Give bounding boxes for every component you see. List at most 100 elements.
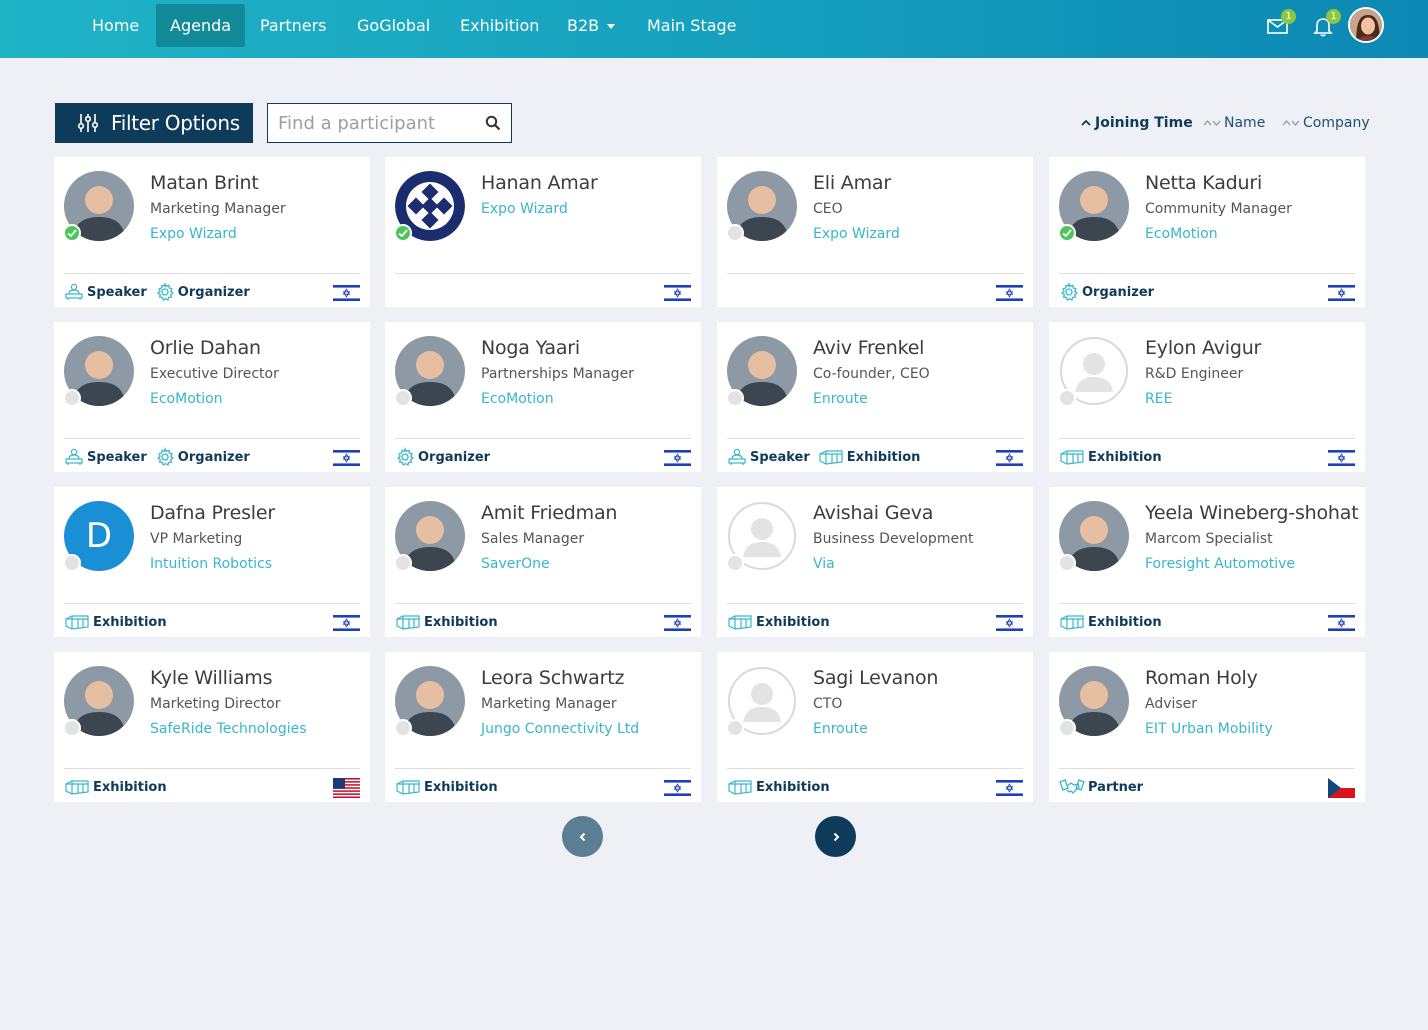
search-input[interactable] <box>268 104 478 142</box>
participant-title: Marketing Director <box>150 696 281 712</box>
sort-name[interactable]: Name <box>1203 115 1265 131</box>
card-divider <box>727 603 1023 604</box>
nav-goglobal[interactable]: GoGlobal <box>357 4 430 47</box>
participant-company[interactable]: Foresight Automotive <box>1145 556 1295 572</box>
czech-flag-icon <box>1328 778 1355 798</box>
role-tag-organizer: Organizer <box>155 447 250 467</box>
checkmark-icon <box>67 229 77 238</box>
participant-title: CTO <box>813 696 843 712</box>
participant-card[interactable]: Noga Yaari Partnerships Manager EcoMotion O… <box>385 322 701 472</box>
participant-company[interactable]: Intuition Robotics <box>150 556 272 572</box>
notifications-button[interactable]: 1 <box>1311 9 1341 38</box>
participant-company[interactable]: SafeRide Technologies <box>150 721 307 737</box>
offline-status-icon <box>63 389 81 407</box>
nav-agenda[interactable]: Agenda <box>156 4 246 47</box>
participant-company[interactable]: REE <box>1145 391 1172 407</box>
previous-page-button[interactable] <box>562 816 603 857</box>
participant-card[interactable]: Kyle Williams Marketing Director SafeRide … <box>54 652 370 802</box>
offline-status-icon <box>394 719 412 737</box>
nav-exhibition[interactable]: Exhibition <box>460 4 539 47</box>
participant-card[interactable]: Roman Holy Adviser EIT Urban Mobility Partn… <box>1049 652 1365 802</box>
role-tag-exhibition: Exhibition <box>395 614 498 630</box>
role-tag-label: Exhibition <box>846 449 921 465</box>
speaker-icon <box>728 448 746 465</box>
participant-company[interactable]: Jungo Connectivity Ltd <box>481 721 639 737</box>
nav-b2b-dropdown[interactable]: B2B <box>567 4 616 47</box>
participant-company[interactable]: EcoMotion <box>481 391 554 407</box>
country-flag <box>333 778 360 799</box>
offline-status-icon <box>394 554 412 572</box>
sort-arrows-icon <box>1203 120 1221 126</box>
user-avatar[interactable] <box>1348 7 1384 43</box>
role-tag-exhibition: Exhibition <box>395 779 498 795</box>
participant-card[interactable]: Avishai Geva Business Development Via Exhib… <box>717 487 1033 637</box>
card-divider <box>64 438 360 439</box>
role-tag-label: Speaker <box>750 449 810 465</box>
participant-company[interactable]: Expo Wizard <box>150 226 237 242</box>
participant-title: Partnerships Manager <box>481 366 634 382</box>
sort-company[interactable]: Company <box>1282 115 1370 131</box>
israel-flag-icon <box>333 283 360 303</box>
participant-card[interactable]: D Dafna Presler VP Marketing Intuition Robo… <box>54 487 370 637</box>
country-flag <box>664 448 691 468</box>
role-tag-label: Organizer <box>177 449 250 465</box>
messages-button[interactable]: 1 <box>1266 9 1296 38</box>
role-tags: Organizer <box>395 446 498 468</box>
participant-card[interactable]: Matan Brint Marketing Manager Expo Wizard S… <box>54 157 370 307</box>
role-tag-exhibition: Exhibition <box>727 779 830 795</box>
role-tag-exhibition: Exhibition <box>1059 449 1162 465</box>
participant-company[interactable]: Via <box>813 556 835 572</box>
participant-card[interactable]: Eylon Avigur R&D Engineer REE Exhibition <box>1049 322 1365 472</box>
nav-home[interactable]: Home <box>92 4 139 47</box>
participant-company[interactable]: EcoMotion <box>1145 226 1218 242</box>
participant-company[interactable]: EIT Urban Mobility <box>1145 721 1273 737</box>
participant-company[interactable]: EcoMotion <box>150 391 223 407</box>
participant-company[interactable]: SaverOne <box>481 556 550 572</box>
participant-company[interactable]: Enroute <box>813 721 868 737</box>
participant-card[interactable]: Amit Friedman Sales Manager SaverOne Exhibi… <box>385 487 701 637</box>
participant-card[interactable]: Orlie Dahan Executive Director EcoMotion Sp… <box>54 322 370 472</box>
participant-card[interactable]: Yeela Wineberg-shohat Marcom Specialist Fo… <box>1049 487 1365 637</box>
country-flag <box>664 613 691 633</box>
card-divider <box>1059 768 1355 769</box>
nav-b2b-label: B2B <box>567 16 600 35</box>
role-tags: Exhibition <box>727 611 838 633</box>
role-tag-label: Organizer <box>177 284 250 300</box>
role-tag-exhibition: Exhibition <box>64 614 167 630</box>
participant-card[interactable]: Sagi Levanon CTO Enroute Exhibition <box>717 652 1033 802</box>
participant-company[interactable]: Expo Wizard <box>481 201 568 217</box>
participant-title: Marketing Manager <box>150 201 286 217</box>
role-tag-exhibition: Exhibition <box>727 614 830 630</box>
participant-card[interactable]: Hanan Amar Expo Wizard <box>385 157 701 307</box>
role-tag-exhibition: Exhibition <box>1059 614 1162 630</box>
israel-flag-icon <box>1328 283 1355 303</box>
role-tag-partner: Partner <box>1059 778 1143 796</box>
filter-options-button[interactable]: Filter Options <box>55 103 253 143</box>
participant-company[interactable]: Enroute <box>813 391 868 407</box>
nav-main-stage[interactable]: Main Stage <box>647 4 737 47</box>
search-icon[interactable] <box>485 115 501 131</box>
participant-name: Yeela Wineberg-shohat <box>1145 502 1359 524</box>
card-divider <box>1059 603 1355 604</box>
israel-flag-icon <box>996 613 1023 633</box>
role-tag-label: Organizer <box>418 449 491 465</box>
participant-card[interactable]: Aviv Frenkel Co-founder, CEO Enroute Speake… <box>717 322 1033 472</box>
participant-card[interactable]: Eli Amar CEO Expo Wizard <box>717 157 1033 307</box>
next-page-button[interactable] <box>815 816 856 857</box>
gear-icon <box>397 447 414 466</box>
israel-flag-icon <box>333 448 360 468</box>
card-divider <box>64 768 360 769</box>
participant-company[interactable]: Expo Wizard <box>813 226 900 242</box>
nav-partners[interactable]: Partners <box>260 4 326 47</box>
sort-joining-time[interactable]: Joining Time <box>1080 115 1193 131</box>
card-divider <box>727 273 1023 274</box>
israel-flag-icon <box>996 283 1023 303</box>
participant-name: Aviv Frenkel <box>813 337 925 359</box>
participant-card[interactable]: Netta Kaduri Community Manager EcoMotion Or… <box>1049 157 1365 307</box>
offline-status-icon <box>1058 389 1076 407</box>
country-flag <box>1328 283 1355 303</box>
participant-card[interactable]: Leora Schwartz Marketing Manager Jungo Con… <box>385 652 701 802</box>
country-flag <box>333 283 360 303</box>
participant-title: Marketing Manager <box>481 696 617 712</box>
role-tags: Organizer <box>1059 281 1162 303</box>
